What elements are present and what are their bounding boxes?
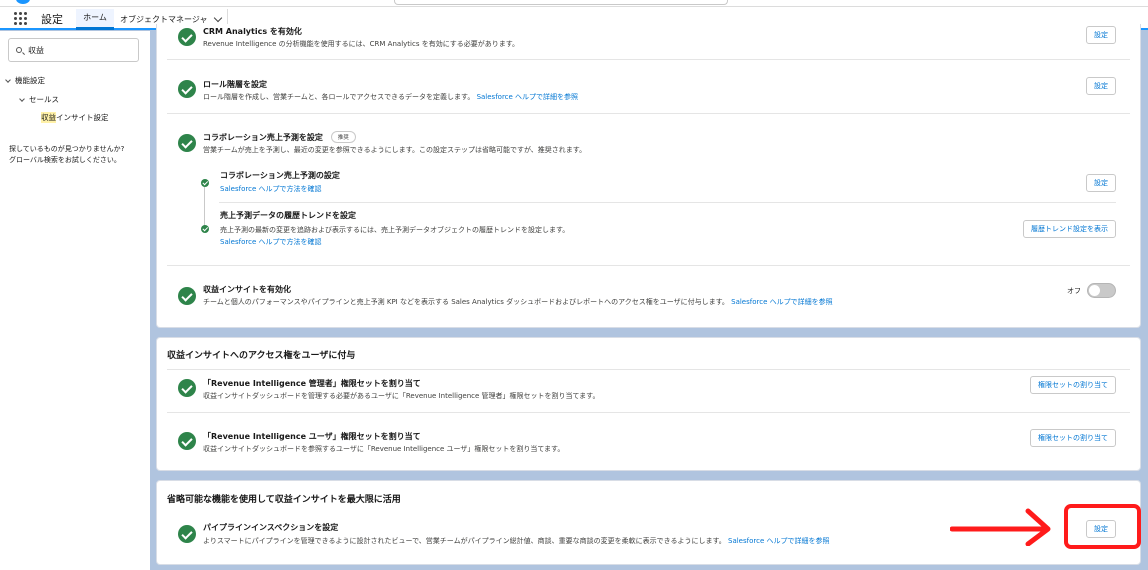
- check-icon: [178, 525, 196, 543]
- tree-item-sales[interactable]: セールス: [19, 94, 59, 105]
- not-found-hint: 探しているものが見つかりませんか? グローバル検索をお試しください。: [9, 145, 125, 164]
- crm-step-desc: Revenue Intelligence の分析機能を使用するには、CRM An…: [203, 40, 520, 48]
- collab-step-desc: 営業チームが売上を予測し、最近の変更を参照できるようにします。この設定ステップは…: [203, 146, 587, 154]
- collab-sub2-desc: 売上予測の最新の変更を追跡および表示するには、売上予測データオブジェクトの履歴ト…: [220, 226, 570, 234]
- check-icon: [201, 179, 209, 187]
- setup-steps-card: CRM Analytics を有効化 Revenue Intelligence …: [156, 24, 1141, 328]
- quick-find-box[interactable]: [8, 38, 139, 62]
- salesforce-logo: [16, 0, 30, 4]
- tree-label: セールス: [29, 95, 59, 104]
- crm-setup-button[interactable]: 設定: [1086, 26, 1116, 44]
- check-icon: [178, 80, 196, 98]
- check-icon: [178, 28, 196, 46]
- enable-help-link[interactable]: Salesforce ヘルプで詳細を参照: [731, 298, 832, 306]
- enable-revenue-insights-toggle[interactable]: [1087, 283, 1116, 298]
- app-launcher-icon[interactable]: [14, 12, 27, 25]
- app-name: 設定: [41, 13, 63, 26]
- admin-permset-desc: 収益インサイトダッシュボードを管理する必要があるユーザに「Revenue Int…: [203, 392, 600, 400]
- annotation-arrow-icon: [950, 508, 1051, 546]
- history-trend-button[interactable]: 履歴トレンド設定を表示: [1023, 220, 1116, 238]
- global-search-box[interactable]: [394, 0, 728, 5]
- check-icon: [178, 379, 196, 397]
- divider: [219, 202, 1116, 203]
- user-permset-desc: 収益インサイトダッシュボードを参照するユーザに「Revenue Intellig…: [203, 445, 565, 453]
- collab-sub2-title: 売上予測データの履歴トレンドを設定: [220, 211, 356, 220]
- annotation-highlight-box: [1064, 504, 1141, 549]
- access-section-title: 収益インサイトへのアクセス権をユーザに付与: [167, 351, 356, 361]
- divider: [167, 369, 1130, 370]
- role-step-desc: ロール階層を作成し、営業チームと、各ロールでアクセスできるデータを定義します。 …: [203, 93, 579, 101]
- quick-find-input[interactable]: [28, 44, 133, 57]
- user-assign-button[interactable]: 権限セットの割り当て: [1030, 429, 1116, 447]
- admin-assign-button[interactable]: 権限セットの割り当て: [1030, 376, 1116, 394]
- divider: [167, 265, 1130, 266]
- check-icon: [178, 287, 196, 305]
- recommended-badge: 推奨: [330, 131, 356, 143]
- check-icon: [201, 225, 209, 233]
- chevron-down-icon[interactable]: [5, 76, 11, 83]
- pipeline-step-title: パイプラインインスペクションを設定: [203, 523, 339, 532]
- divider: [167, 113, 1130, 114]
- collab-sub1-title: コラボレーション売上予測の設定: [220, 171, 340, 180]
- role-step-title: ロール階層を設定: [203, 80, 267, 89]
- pipeline-step-desc: よりスマートにパイプラインを管理できるように設計されたビューで、営業チームがパイ…: [203, 537, 830, 545]
- check-icon: [178, 134, 196, 152]
- toggle-knob: [1089, 285, 1100, 296]
- enable-toggle-group[interactable]: オフ: [1067, 283, 1116, 298]
- pipeline-help-link[interactable]: Salesforce ヘルプで詳細を参照: [728, 537, 829, 545]
- setup-sidebar: 機能設定 セールス 収益インサイト設定 探しているものが見つかりませんか? グロ…: [0, 31, 150, 570]
- tree-label: インサイト設定: [56, 113, 109, 122]
- chevron-down-icon[interactable]: [214, 13, 223, 23]
- toggle-state-label: オフ: [1067, 286, 1081, 295]
- check-icon: [178, 432, 196, 450]
- divider: [167, 59, 1130, 60]
- tree-label: 機能設定: [15, 76, 45, 85]
- search-match-highlight: 収益: [41, 112, 56, 123]
- collab-sub1-help-link[interactable]: Salesforce ヘルプで方法を確認: [220, 184, 321, 194]
- chevron-down-icon[interactable]: [19, 95, 25, 102]
- tree-item-revenue-insights-settings[interactable]: 収益 インサイト設定: [41, 112, 109, 123]
- enable-step-title: 収益インサイトを有効化: [203, 285, 291, 294]
- role-setup-button[interactable]: 設定: [1086, 77, 1116, 95]
- tree-item-feature-settings[interactable]: 機能設定: [5, 75, 45, 86]
- collab-sub2-help-link[interactable]: Salesforce ヘルプで方法を確認: [220, 237, 321, 247]
- search-icon: [16, 47, 22, 53]
- role-help-link[interactable]: Salesforce ヘルプで詳細を参照: [477, 93, 578, 101]
- user-permset-title: 「Revenue Intelligence ユーザ」権限セットを割り当て: [203, 432, 421, 441]
- divider: [167, 412, 1130, 413]
- crm-step-title: CRM Analytics を有効化: [203, 27, 302, 36]
- collab-step-title: コラボレーション売上予測を設定 推奨: [203, 131, 356, 143]
- substep-connector: [204, 186, 205, 228]
- collab-setup-button[interactable]: 設定: [1086, 174, 1116, 192]
- global-header-strip: [0, 0, 1148, 7]
- admin-permset-title: 「Revenue Intelligence 管理者」権限セットを割り当て: [203, 379, 421, 388]
- optional-section-title: 省略可能な機能を使用して収益インサイトを最大限に活用: [167, 495, 401, 505]
- access-card: 収益インサイトへのアクセス権をユーザに付与 「Revenue Intellige…: [156, 337, 1141, 471]
- enable-step-desc: チームと個人のパフォーマンスやパイプラインと売上予測 KPI などを表示する S…: [203, 298, 833, 306]
- tab-home[interactable]: ホーム: [76, 9, 114, 30]
